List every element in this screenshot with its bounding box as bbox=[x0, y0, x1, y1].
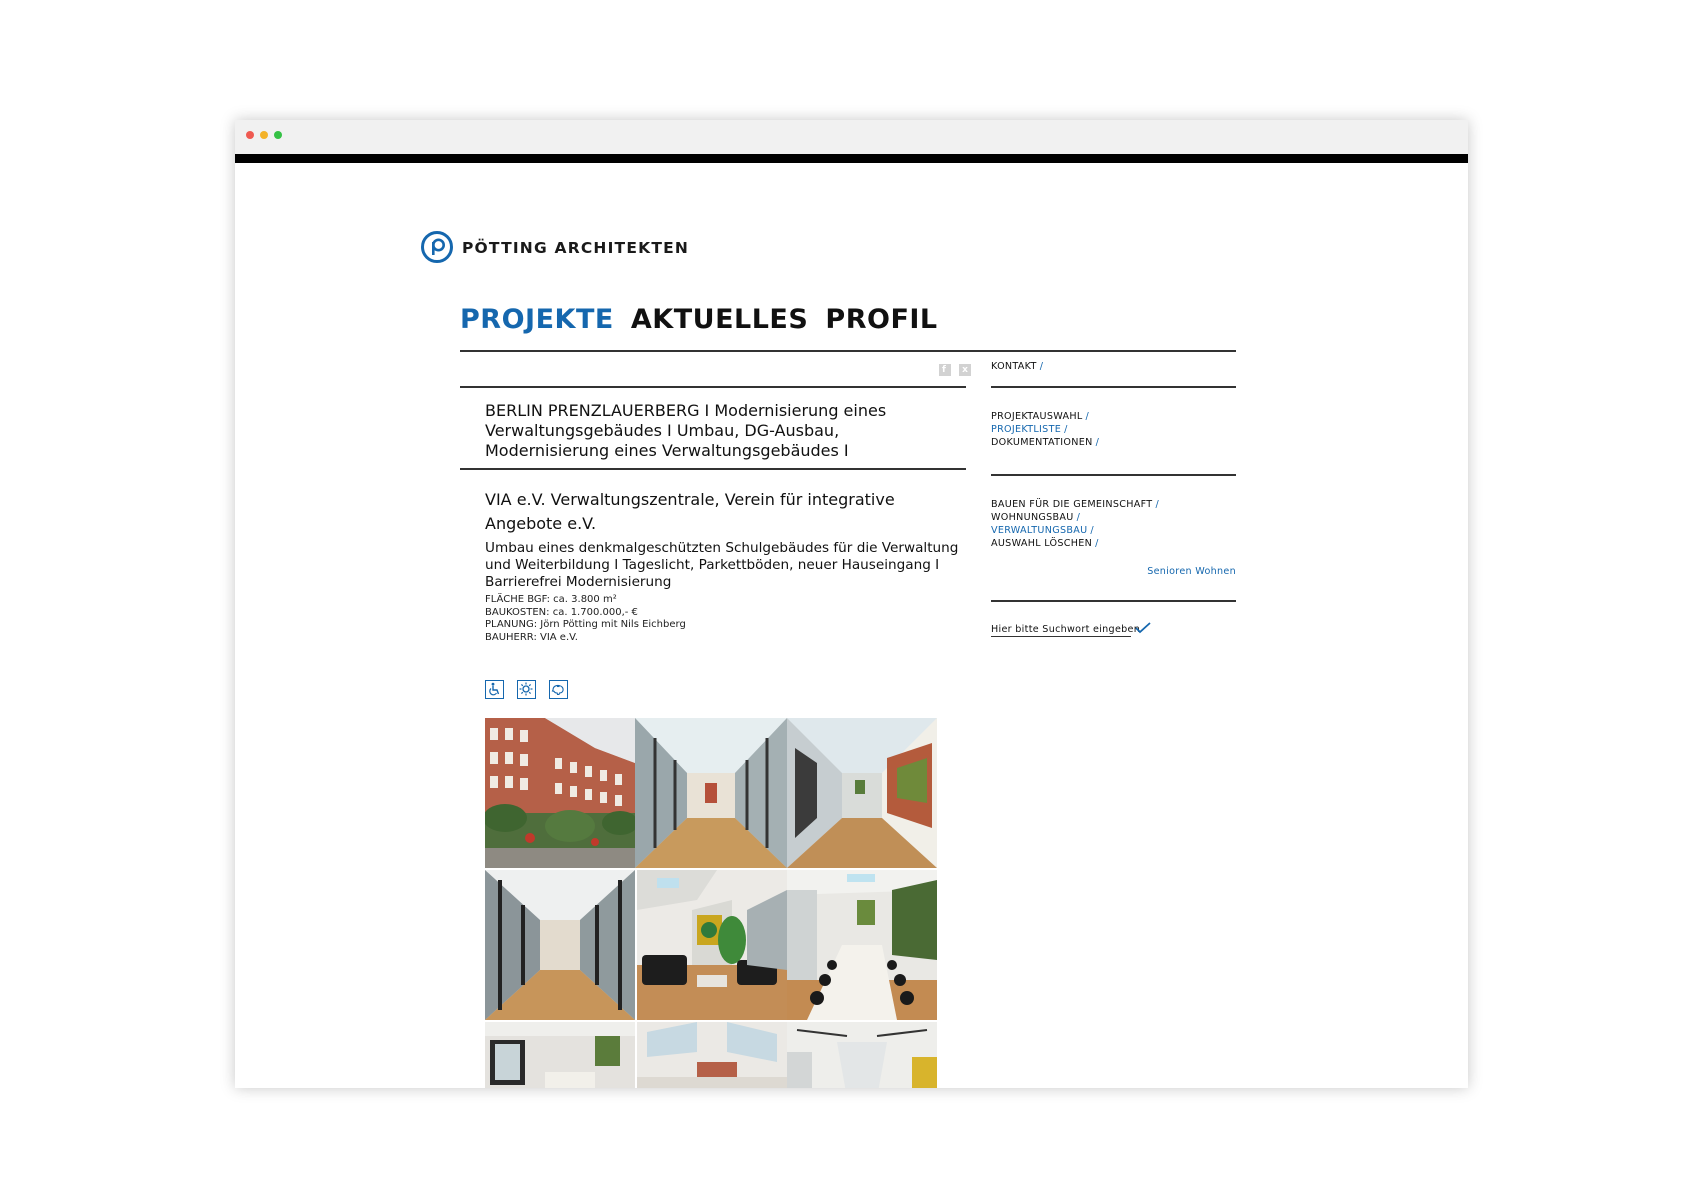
fact-costs: BAUKOSTEN: ca. 1.700.000,- € bbox=[485, 606, 638, 618]
title-divider bbox=[460, 468, 966, 470]
project-facts: FLÄCHE BGF: ca. 3.800 m² BAUKOSTEN: ca. … bbox=[485, 594, 885, 644]
browser-titlebar bbox=[235, 120, 1468, 154]
gallery-photo[interactable] bbox=[637, 1022, 787, 1088]
fact-planning: PLANUNG: Jörn Pötting mit Nils Eichberg bbox=[485, 619, 686, 630]
project-subtitle: VIA e.V. Verwaltungszentrale, Verein für… bbox=[485, 490, 895, 533]
search-input[interactable]: Hier bitte Suchwort eingeben bbox=[991, 624, 1140, 635]
daylight-icon[interactable] bbox=[517, 680, 537, 699]
project-title: BERLIN PRENZLAUERBERG I Modernisierung e… bbox=[485, 401, 887, 460]
p-logo-icon bbox=[421, 231, 453, 263]
sidebar-item-kontakt[interactable]: KONTAKT / bbox=[991, 360, 1236, 373]
gallery-photo[interactable] bbox=[485, 718, 635, 868]
browser-window: PÖTTING ARCHITEKTEN PROJEKTE AKTUELLES P… bbox=[235, 120, 1468, 1088]
project-description: Umbau eines denkmalgeschützten Schulgebä… bbox=[485, 540, 959, 590]
gallery-photo[interactable] bbox=[787, 870, 937, 1020]
sidebar-item-wohnungsbau[interactable]: WOHNUNGSBAU / bbox=[991, 511, 1236, 524]
gallery-photo[interactable] bbox=[485, 870, 635, 1020]
category-group: BAUEN FÜR DIE GEMEINSCHAFT / WOHNUNGSBAU /… bbox=[991, 498, 1236, 550]
fact-client: BAUHERR: VIA e.V. bbox=[485, 631, 578, 643]
minimize-window-button[interactable] bbox=[260, 131, 268, 139]
sidebar-divider-1 bbox=[991, 386, 1236, 388]
gallery-photo[interactable] bbox=[485, 1022, 635, 1088]
project-gallery bbox=[485, 718, 937, 1088]
nav-aktuelles[interactable]: AKTUELLES bbox=[631, 304, 808, 335]
sidebar-item-projektliste[interactable]: PROJEKTLISTE / bbox=[991, 423, 1236, 436]
sidebar-item-auswahl-loeschen[interactable]: AUSWAHL LÖSCHEN / bbox=[991, 537, 1236, 550]
facebook-icon[interactable]: f bbox=[939, 364, 951, 376]
close-window-button[interactable] bbox=[246, 131, 254, 139]
tag-link-senioren-wohnen[interactable]: Senioren Wohnen bbox=[1147, 566, 1236, 577]
search-underline bbox=[991, 636, 1131, 637]
sidebar-item-projektauswahl[interactable]: PROJEKTAUSWAHL / bbox=[991, 410, 1236, 423]
fact-area: FLÄCHE BGF: ca. 3.800 m² bbox=[485, 594, 617, 605]
project-nav-group: PROJEKTAUSWAHL / PROJEKTLISTE / DOKUMENTAT… bbox=[991, 410, 1236, 449]
feature-icons bbox=[485, 680, 576, 699]
sidebar-item-verwaltungsbau[interactable]: VERWALTUNGSBAU / bbox=[991, 524, 1236, 537]
savings-icon[interactable] bbox=[549, 680, 569, 699]
social-links: f x bbox=[936, 361, 972, 380]
gallery-photo[interactable] bbox=[635, 718, 787, 868]
main-navigation: PROJEKTE AKTUELLES PROFIL bbox=[460, 304, 950, 344]
content-divider-top bbox=[460, 386, 966, 388]
nav-profil[interactable]: PROFIL bbox=[825, 304, 937, 335]
xing-icon[interactable]: x bbox=[959, 364, 972, 376]
gallery-photo[interactable] bbox=[637, 870, 787, 1020]
sidebar-divider-3 bbox=[991, 600, 1236, 602]
header-bar bbox=[235, 154, 1468, 163]
sidebar-item-bauen-gemeinschaft[interactable]: BAUEN FÜR DIE GEMEINSCHAFT / bbox=[991, 498, 1236, 511]
contact-group: KONTAKT / bbox=[991, 360, 1236, 373]
site-logo[interactable]: PÖTTING ARCHITEKTEN bbox=[420, 230, 720, 266]
gallery-photo[interactable] bbox=[787, 718, 937, 868]
maximize-window-button[interactable] bbox=[274, 131, 282, 139]
brand-name: PÖTTING ARCHITEKTEN bbox=[462, 239, 690, 257]
checkmark-submit-icon[interactable] bbox=[1135, 622, 1151, 634]
wheelchair-icon[interactable] bbox=[485, 680, 504, 699]
sidebar-item-dokumentationen[interactable]: DOKUMENTATIONEN / bbox=[991, 436, 1236, 449]
nav-divider bbox=[460, 350, 1236, 352]
nav-projekte[interactable]: PROJEKTE bbox=[460, 304, 614, 335]
gallery-photo[interactable] bbox=[787, 1022, 937, 1088]
sidebar-divider-2 bbox=[991, 474, 1236, 476]
